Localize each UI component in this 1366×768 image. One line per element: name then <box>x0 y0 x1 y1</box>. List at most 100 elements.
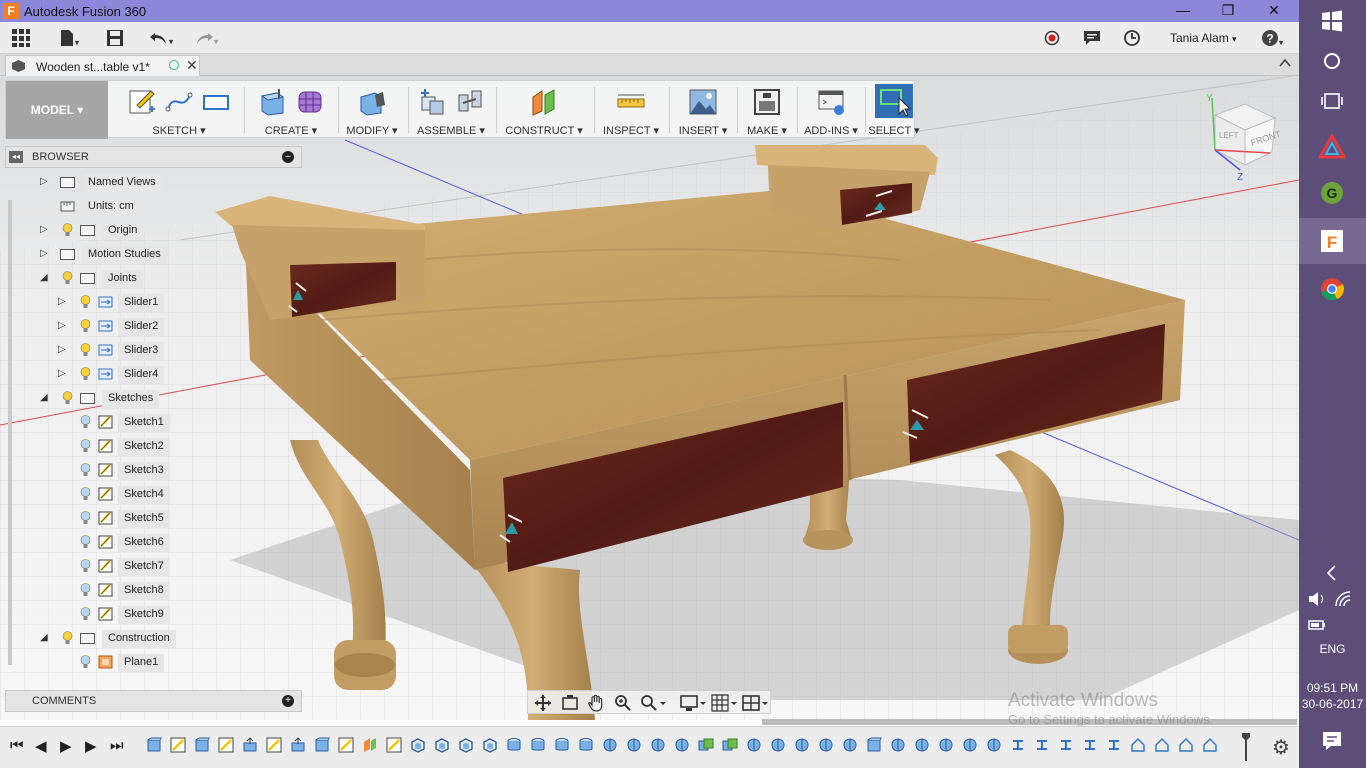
action-center-icon[interactable] <box>1319 728 1345 754</box>
line-spline-icon[interactable] <box>164 87 194 117</box>
maximize-button[interactable]: ❐ <box>1205 0 1251 22</box>
visibility-bulb-icon[interactable] <box>80 319 91 333</box>
collapsed-arrow-icon[interactable]: ▷ <box>40 224 48 235</box>
timeline-feature-rev-icon[interactable] <box>746 737 762 753</box>
modify-group-label[interactable]: MODIFY ▾ <box>340 124 404 137</box>
collapsed-arrow-icon[interactable]: ▷ <box>58 344 66 355</box>
pan-hand-icon[interactable] <box>587 694 605 712</box>
extrude-box-icon[interactable] <box>257 87 287 117</box>
insert-group[interactable]: INSERT ▾ <box>671 81 735 139</box>
timeline-feature-sketch-icon[interactable] <box>170 737 186 753</box>
timeline-feature-shell-icon[interactable] <box>434 737 450 753</box>
fit-zoom-window-icon[interactable] <box>640 694 666 712</box>
timeline-feature-rev-icon[interactable] <box>890 737 906 753</box>
windows-start-icon[interactable] <box>1319 8 1345 34</box>
create-group-label[interactable]: CREATE ▾ <box>246 124 336 137</box>
add-ins-group-label[interactable]: ADD-INS ▾ <box>799 124 863 137</box>
go-to-start-icon[interactable]: ⏮ <box>10 737 24 754</box>
create-sketch-icon[interactable] <box>127 87 157 117</box>
undo-icon[interactable]: ▾ <box>143 26 179 50</box>
scripts-add-ins-icon[interactable] <box>816 87 846 117</box>
grid-snaps-icon[interactable] <box>711 694 737 712</box>
browser-node-sketch1[interactable]: Sketch1 <box>0 412 300 432</box>
timeline-feature-rev-icon[interactable] <box>986 737 1002 753</box>
task-view-icon[interactable] <box>1319 88 1345 114</box>
browser-node-sketch6[interactable]: Sketch6 <box>0 532 300 552</box>
workspace-switcher-button[interactable]: MODEL ▾ <box>6 81 108 139</box>
input-language[interactable]: ENG <box>1299 642 1366 656</box>
select-group[interactable]: SELECT ▾ <box>868 81 920 139</box>
timeline-feature-cyl-icon[interactable] <box>506 737 522 753</box>
chrome-icon[interactable] <box>1319 276 1345 302</box>
collapsed-arrow-icon[interactable]: ▷ <box>40 176 48 187</box>
collapse-panel-icon[interactable]: ◂◂ <box>9 151 23 163</box>
timeline-feature-joint-icon[interactable] <box>1058 737 1074 753</box>
redo-icon[interactable]: ▾ <box>188 26 224 50</box>
timeline-feature-rev-icon[interactable] <box>602 737 618 753</box>
joint-icon[interactable] <box>455 87 485 117</box>
comments-icon[interactable] <box>1082 26 1102 50</box>
timeline-feature-shell-icon[interactable] <box>410 737 426 753</box>
timeline-feature-combine-icon[interactable] <box>722 737 738 753</box>
clock-time[interactable]: 09:51 PM <box>1299 681 1366 695</box>
wifi-icon[interactable] <box>1333 586 1353 612</box>
timeline-feature-rev-icon[interactable] <box>938 737 954 753</box>
step-back-icon[interactable]: ◀ <box>35 737 47 755</box>
go-to-end-icon[interactable]: ⏭ <box>110 737 124 754</box>
collapsed-arrow-icon[interactable]: ▷ <box>58 368 66 379</box>
visibility-bulb-icon[interactable] <box>80 463 91 477</box>
create-group[interactable]: CREATE ▾ <box>246 81 336 139</box>
sketch-group[interactable]: SKETCH ▾ <box>114 81 244 139</box>
document-tab[interactable]: Wooden st...table v1* ✕ <box>5 55 200 76</box>
select-window-icon[interactable] <box>875 84 913 118</box>
browser-node-sketch2[interactable]: Sketch2 <box>0 436 300 456</box>
timeline-feature-shell-icon[interactable] <box>482 737 498 753</box>
construct-group-label[interactable]: CONSTRUCT ▾ <box>498 124 590 137</box>
user-name-menu[interactable]: Tania Alam ▾ <box>1170 31 1237 45</box>
expanded-arrow-icon[interactable]: ◢ <box>40 272 48 283</box>
clock-date[interactable]: 30-06-2017 <box>1299 697 1366 711</box>
timeline-feature-rev-icon[interactable] <box>914 737 930 753</box>
visibility-bulb-icon[interactable] <box>80 655 91 669</box>
browser-node-slider2[interactable]: ▷ Slider2 <box>0 316 300 336</box>
visibility-bulb-icon[interactable] <box>80 367 91 381</box>
timeline-feature-sketch-icon[interactable] <box>338 737 354 753</box>
timeline-feature-rev-icon[interactable] <box>770 737 786 753</box>
browser-node-named-views[interactable]: ▷ Named Views <box>0 172 300 192</box>
timeline-feature-sketch-icon[interactable] <box>266 737 282 753</box>
browser-node-sketch7[interactable]: Sketch7 <box>0 556 300 576</box>
sketch-group-label[interactable]: SKETCH ▾ <box>114 124 244 137</box>
browser-node-plane1[interactable]: Plane1 <box>0 652 300 672</box>
insert-group-label[interactable]: INSERT ▾ <box>671 124 735 137</box>
browser-node-joints[interactable]: ◢ Joints <box>0 268 300 288</box>
make-group[interactable]: MAKE ▾ <box>739 81 795 139</box>
browser-node-sketch9[interactable]: Sketch9 <box>0 604 300 624</box>
browser-node-origin[interactable]: ▷ Origin <box>0 220 300 240</box>
timeline-feature-house-icon[interactable] <box>1202 737 1218 753</box>
offset-plane-icon[interactable] <box>529 87 559 117</box>
timeline-feature-house-icon[interactable] <box>1178 737 1194 753</box>
timeline-feature-sketch-icon[interactable] <box>218 737 234 753</box>
insert-image-icon[interactable] <box>688 87 718 117</box>
browser-node-sketch3[interactable]: Sketch3 <box>0 460 300 480</box>
fusion-360-taskbar-icon[interactable]: F <box>1319 228 1345 254</box>
collapse-chevron-up-icon[interactable] <box>1278 56 1292 73</box>
form-mesh-icon[interactable] <box>295 87 325 117</box>
visibility-bulb-icon[interactable] <box>80 535 91 549</box>
timeline-feature-box-icon[interactable] <box>194 737 210 753</box>
browser-node-units[interactable]: Units: cm <box>0 196 300 216</box>
visibility-bulb-icon[interactable] <box>62 391 73 405</box>
collapsed-arrow-icon[interactable]: ▷ <box>58 320 66 331</box>
timeline-feature-box-icon[interactable] <box>866 737 882 753</box>
visibility-bulb-icon[interactable] <box>80 559 91 573</box>
volume-icon[interactable] <box>1307 586 1327 612</box>
timeline-feature-rev-icon[interactable] <box>962 737 978 753</box>
select-group-label[interactable]: SELECT ▾ <box>868 124 920 137</box>
job-status-clock-icon[interactable] <box>1122 26 1142 50</box>
timeline-feature-rev-icon[interactable] <box>818 737 834 753</box>
timeline-feature-extrude-icon[interactable] <box>290 737 306 753</box>
timeline-feature-cyl-icon[interactable] <box>554 737 570 753</box>
browser-node-sketches[interactable]: ◢ Sketches <box>0 388 300 408</box>
browser-panel-header[interactable]: ◂◂ BROWSER – <box>5 146 302 168</box>
timeline-feature-cyl-icon[interactable] <box>530 737 546 753</box>
